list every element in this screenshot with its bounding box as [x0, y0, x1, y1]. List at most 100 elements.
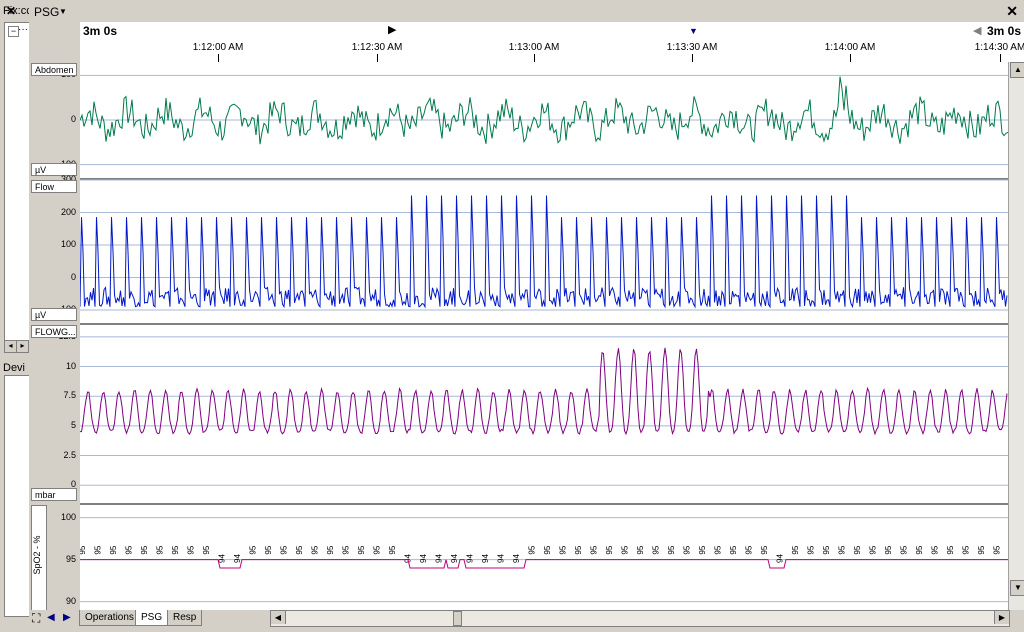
spo2-value-label: 95: [884, 545, 893, 554]
play-icon[interactable]: ▶: [388, 23, 396, 36]
tab-resp[interactable]: Resp: [167, 610, 203, 626]
spo2-value-label: 95: [915, 545, 924, 554]
spo2-value-label: 95: [993, 545, 1002, 554]
scroll-right-icon[interactable]: ▶: [994, 611, 1009, 624]
spo2-value-label: 94: [512, 554, 521, 563]
spo2-value-label: 95: [667, 545, 676, 554]
signals-svg: 95 95 95 95 95 95 95 95 95 94 94 95 95 95 95 95 95 95 95 95…: [78, 74, 1009, 603]
scroll-up-icon[interactable]: ▲: [1010, 62, 1024, 78]
spo2-value-label: 95: [807, 545, 816, 554]
fit-screen-icon[interactable]: ⛶: [32, 611, 40, 626]
y-tick-label: 0: [70, 114, 76, 124]
time-tick-label: 1:12:30 AM: [351, 42, 403, 53]
spo2-value-label: 95: [249, 545, 258, 554]
time-tick-label: 1:12:00 AM: [192, 42, 244, 53]
signal-plot-area[interactable]: 95 95 95 95 95 95 95 95 95 94 94 95 95 95 95 95 95 95 95 95…: [78, 62, 1009, 610]
spo2-value-label: 95: [528, 545, 537, 554]
spo2-value-label: 95: [125, 545, 134, 554]
back-marker-icon[interactable]: ◀: [973, 24, 981, 37]
spo2-value-label: 95: [946, 545, 955, 554]
spo2-value-label: 95: [80, 545, 87, 554]
spo2-value-label: 95: [698, 545, 707, 554]
spo2-value-label: 95: [187, 545, 196, 554]
next-tab-icon[interactable]: ▶: [63, 612, 71, 623]
device-pane: Fix:cc ✕ − ··· ◂ ▸ Devi: [0, 0, 30, 632]
spo2-value-label: 95: [543, 545, 552, 554]
spo2-value-label: 95: [838, 545, 847, 554]
spo2-value-label: 94: [233, 554, 242, 563]
spo2-value-label: 95: [94, 545, 103, 554]
spo2-value-label: 95: [140, 545, 149, 554]
scroll-right-icon[interactable]: ▸: [16, 340, 29, 353]
spo2-value-label: 95: [388, 545, 397, 554]
spo2-value-label: 95: [574, 545, 583, 554]
window-duration-right: 3m 0s: [986, 24, 1021, 38]
spo2-value-label: 95: [977, 545, 986, 554]
time-tick-mark: [218, 54, 219, 62]
spo2-value-label: 95: [636, 545, 645, 554]
spo2-value-label: 94: [481, 554, 490, 563]
cursor-marker-icon[interactable]: ▼: [689, 26, 698, 36]
spo2-value-label: 95: [590, 545, 599, 554]
spo2-value-label: 94: [466, 554, 475, 563]
time-tick-label: 1:13:30 AM: [666, 42, 718, 53]
spo2-value-label: 95: [109, 545, 118, 554]
vertical-scrollbar[interactable]: ▲ ▼: [1008, 62, 1024, 610]
spo2-value-label: 95: [900, 545, 909, 554]
channel-name-label[interactable]: Flow: [31, 180, 77, 193]
tab-operations[interactable]: Operations: [79, 610, 140, 626]
time-tick-mark: [377, 54, 378, 62]
scroll-down-icon[interactable]: ▼: [1010, 580, 1024, 596]
scroll-thumb[interactable]: [453, 611, 462, 626]
spo2-value-label: 94: [450, 554, 459, 563]
spo2-value-label: 95: [745, 545, 754, 554]
time-tick-mark: [850, 54, 851, 62]
spo2-value-label: 95: [714, 545, 723, 554]
devices-list[interactable]: [4, 375, 30, 617]
signal-trace: [79, 347, 1008, 436]
spo2-value-label: 95: [202, 545, 211, 554]
spo2-label: SpO2 - %: [32, 535, 42, 575]
chevron-down-icon[interactable]: ▼: [59, 7, 67, 16]
time-tick-label: 1:13:00 AM: [508, 42, 560, 53]
time-tick-mark: [692, 54, 693, 62]
montage-title: PSG: [34, 5, 60, 19]
window-duration-left: 3m 0s: [83, 24, 118, 38]
time-tick-label: 1:14:00 AM: [824, 42, 876, 53]
close-icon[interactable]: ✕: [1006, 3, 1018, 20]
spo2-value-label: 95: [822, 545, 831, 554]
pane-close-icon[interactable]: ✕: [6, 4, 16, 18]
spo2-value-label: 94: [497, 554, 506, 563]
y-tick-label: 7.5: [63, 390, 76, 401]
time-ruler[interactable]: 3m 0s 3m 0s ▶ ▼ ◀ 1:12:00 AM 1:12:30 AM 1:…: [80, 22, 1024, 63]
time-tick-mark: [1000, 54, 1001, 62]
spo2-value-label: 95: [342, 545, 351, 554]
tree-item[interactable]: ···: [18, 24, 28, 35]
channel-name-label[interactable]: FLOWG...: [31, 325, 77, 338]
time-tick-label: 1:14:30 AM: [974, 42, 1024, 53]
spo2-value-label: 94: [435, 554, 444, 563]
y-tick-label: 95: [65, 553, 76, 564]
spo2-value-label: 95: [853, 545, 862, 554]
tree-view[interactable]: − ···: [4, 22, 30, 342]
prev-tab-icon[interactable]: ◀: [47, 612, 55, 623]
y-tick-label: 0: [70, 271, 76, 282]
spo2-value-label: 95: [373, 545, 382, 554]
channel-name-label[interactable]: SpO2 - %: [31, 505, 47, 612]
tab-psg[interactable]: PSG: [135, 610, 169, 626]
spo2-value-label: 95: [156, 545, 165, 554]
spo2-value-label: 95: [559, 545, 568, 554]
spo2-value-label: 95: [311, 545, 320, 554]
y-tick-label: 2.5: [63, 449, 76, 460]
devices-title: Devi: [3, 362, 26, 374]
spo2-value-label: 94: [776, 554, 785, 563]
signal-trace: [79, 76, 1009, 145]
scroll-left-icon[interactable]: ◀: [271, 611, 286, 624]
panel-separator: [80, 323, 1008, 325]
channel-name-label[interactable]: Abdomen: [31, 63, 77, 76]
spo2-value-label: 95: [605, 545, 614, 554]
horizontal-scrollbar[interactable]: ◀ ▶: [270, 610, 1010, 627]
panel-separator: [80, 503, 1008, 505]
spo2-value-label: 95: [357, 545, 366, 554]
y-tick-label: 90: [65, 595, 76, 606]
